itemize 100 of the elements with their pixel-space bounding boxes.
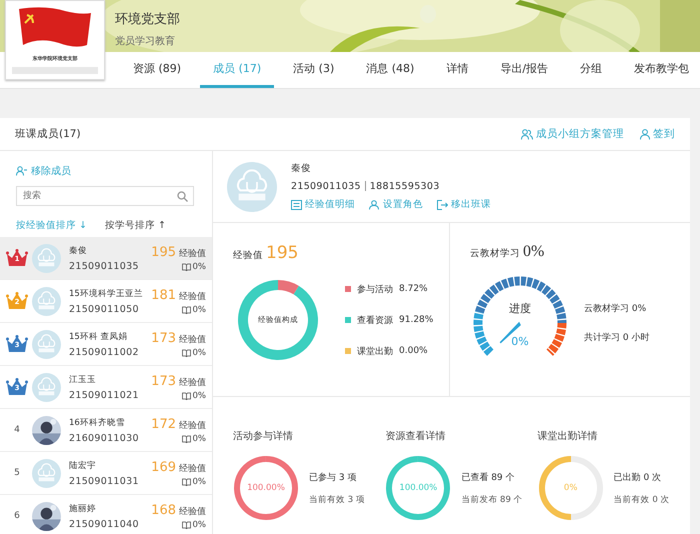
search-field[interactable]: 搜索 xyxy=(16,186,194,206)
legend-value: 0.00% xyxy=(399,346,428,356)
score: 169 xyxy=(151,460,176,474)
student-id: 21509011035 xyxy=(69,260,140,272)
score: 168 xyxy=(151,502,176,518)
score: 172 xyxy=(151,416,176,432)
detail-count: 已查看 89 个 xyxy=(461,472,516,484)
study-progress: 0% xyxy=(192,390,206,400)
member-name: 施丽婷 xyxy=(69,502,97,514)
panel-title: 班课成员(17) xyxy=(15,127,82,141)
phone-number: 18815595303 xyxy=(370,181,440,192)
score-unit: 经验值 xyxy=(179,462,206,474)
detail-title: 活动参与详情 xyxy=(233,430,294,443)
member-row[interactable]: 6 施丽婷 21509011040 168 经验值 0% xyxy=(0,495,212,534)
score-unit: 经验值 xyxy=(179,376,206,388)
book-icon xyxy=(182,348,190,356)
detail-count: 当前发布 89 个 xyxy=(461,494,523,506)
search-icon xyxy=(177,190,188,202)
legend-swatch xyxy=(345,286,351,292)
member-name: 陆宏宇 xyxy=(69,460,97,472)
study-summary: 共计学习 0 小时 xyxy=(584,332,650,344)
student-id: 21509011050 xyxy=(69,304,140,314)
legend-value: 91.28% xyxy=(399,315,434,325)
avatar-icon xyxy=(32,458,61,488)
list-icon xyxy=(291,200,302,210)
legend-label: 参与活动 xyxy=(357,284,393,296)
member-name: 15环境科学王亚兰 xyxy=(69,288,144,300)
person-icon xyxy=(369,200,380,210)
book-icon xyxy=(182,434,190,442)
cloud-study-value: 0% xyxy=(523,243,544,261)
legend-swatch xyxy=(345,317,351,323)
member-row[interactable]: 5 陆宏宇 21509011031 169 经验值 0% xyxy=(0,452,212,495)
member-row[interactable]: 4 16环科齐晓雪 21609011030 172 经验值 0% xyxy=(0,409,212,452)
sort-button[interactable]: 按学号排序 ↑ xyxy=(105,219,166,232)
rank-number: 6 xyxy=(14,511,20,521)
book-icon xyxy=(182,392,190,400)
tab[interactable]: 分组 xyxy=(567,52,616,88)
progress-ring xyxy=(538,456,603,520)
tab[interactable]: 资源 (89) xyxy=(120,52,194,88)
person-minus-icon xyxy=(16,166,27,176)
tab[interactable]: 消息 (48) xyxy=(353,52,428,88)
score-unit: 经验值 xyxy=(179,334,206,346)
avatar-icon xyxy=(32,244,61,272)
study-progress: 0% xyxy=(192,304,206,314)
ring-percent: 0% xyxy=(564,483,578,493)
ring-percent: 100.00% xyxy=(399,483,438,493)
rank-number: 4 xyxy=(14,425,20,435)
tab[interactable]: 导出/报告 xyxy=(487,52,562,88)
legend-label: 课堂出勤 xyxy=(357,346,393,358)
experience-value: 195 xyxy=(266,243,298,263)
person-icon xyxy=(640,128,650,140)
legend-label: 查看资源 xyxy=(357,314,393,326)
member-name: 江玉玉 xyxy=(69,374,97,386)
study-progress: 0% xyxy=(192,476,206,486)
group-subtitle: 党员学习教育 xyxy=(115,34,176,48)
detail-title: 资源查看详情 xyxy=(385,430,446,443)
student-id: 21609011030 xyxy=(69,432,140,444)
stat-label: 云教材学习 xyxy=(470,247,520,260)
tab[interactable]: 活动 (3) xyxy=(280,52,348,88)
student-id: 21509011035 xyxy=(291,181,361,192)
detail-title: 课堂出勤详情 xyxy=(538,430,599,443)
people-icon xyxy=(521,128,533,140)
score-unit: 经验值 xyxy=(179,248,206,260)
study-summary: 云教材学习 0% xyxy=(584,302,648,315)
detail-count: 已出勤 0 次 xyxy=(614,472,662,484)
book-icon xyxy=(182,306,190,314)
book-icon xyxy=(182,520,190,528)
student-id: 21509011031 xyxy=(69,476,140,486)
progress-ring xyxy=(386,456,450,520)
member-name: 15环科 查凤娟 xyxy=(69,330,129,342)
avatar-icon xyxy=(32,286,61,316)
score: 173 xyxy=(151,330,176,346)
score: 173 xyxy=(151,374,176,388)
study-progress: 0% xyxy=(192,520,206,530)
detail-count: 当前有效 0 次 xyxy=(614,494,670,506)
member-name: 秦俊 xyxy=(291,162,312,175)
score: 195 xyxy=(151,244,176,260)
rank-number: 5 xyxy=(14,468,20,478)
avatar-icon xyxy=(32,372,61,402)
gauge-title: 进度 xyxy=(508,301,532,316)
stat-label: 经验值 xyxy=(233,249,263,262)
legend-value: 8.72% xyxy=(399,284,428,294)
legend-swatch xyxy=(345,348,351,354)
student-id: 21509011040 xyxy=(69,518,140,530)
member-name: 16环科齐晓雪 xyxy=(69,416,126,428)
detail-count: 已参与 3 项 xyxy=(309,472,358,484)
student-id: 21509011021 xyxy=(69,390,140,400)
study-progress: 0% xyxy=(192,348,206,358)
tab[interactable]: 发布教学包 xyxy=(621,52,700,88)
progress-ring xyxy=(234,456,298,520)
study-progress: 0% xyxy=(192,434,206,444)
score: 181 xyxy=(151,288,176,302)
study-progress: 0% xyxy=(192,262,206,272)
exit-icon xyxy=(437,200,448,210)
avatar-icon xyxy=(32,330,61,358)
tab[interactable]: 详情 xyxy=(433,52,482,88)
score-unit: 经验值 xyxy=(179,290,206,302)
group-title: 环境党支部 xyxy=(115,11,180,28)
gauge-reading: 0% xyxy=(510,335,530,348)
book-icon xyxy=(182,478,190,486)
